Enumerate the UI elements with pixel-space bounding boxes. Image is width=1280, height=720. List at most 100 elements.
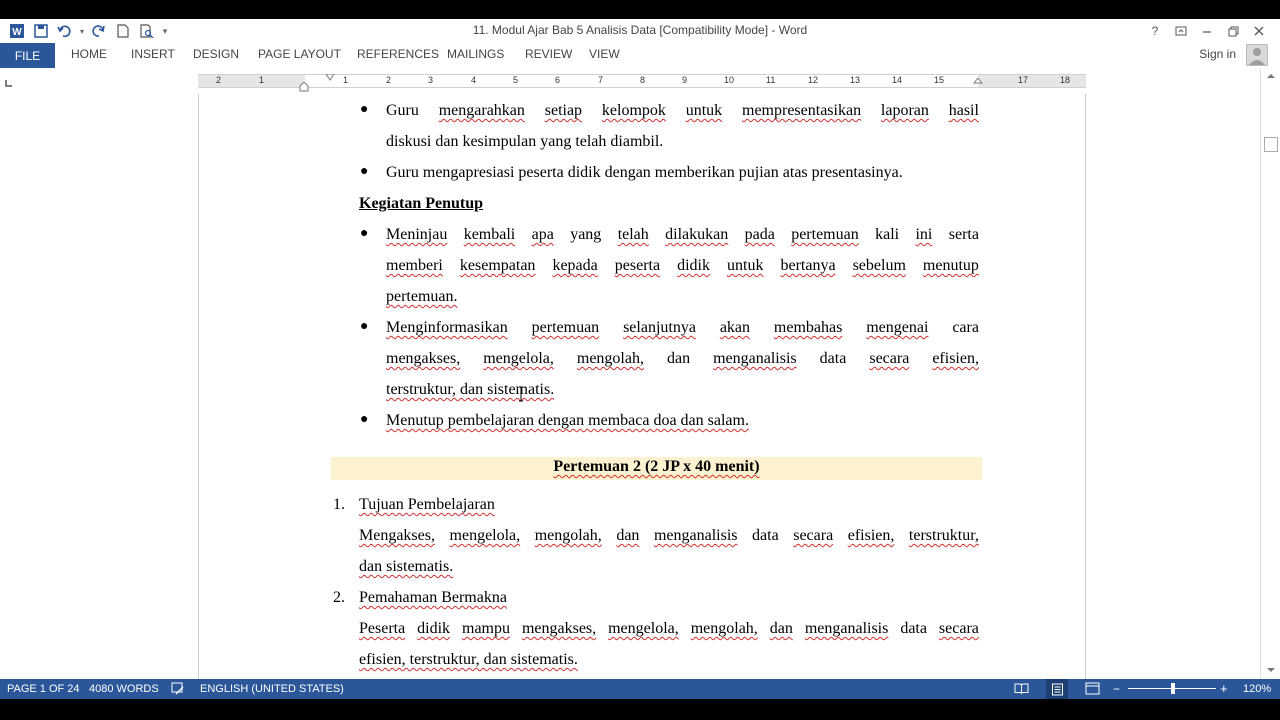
word: Meninjau	[386, 226, 448, 243]
scroll-down-icon[interactable]	[1266, 667, 1276, 673]
list-item-title: Tujuan Pembelajaran	[359, 496, 495, 513]
word: mengelola,	[483, 350, 554, 367]
word: mengelola,	[449, 527, 521, 544]
zoom-slider-thumb[interactable]	[1171, 683, 1175, 694]
left-indent-marker-icon[interactable]	[299, 82, 309, 92]
tab-review[interactable]: REVIEW	[525, 47, 572, 61]
ruler-number: 4	[471, 75, 477, 85]
tab-file[interactable]: FILE	[0, 43, 55, 68]
word: yang	[570, 226, 602, 243]
vertical-scrollbar[interactable]	[1260, 68, 1280, 679]
minimize-icon[interactable]	[1194, 20, 1220, 42]
word: menganalisis	[713, 350, 797, 367]
word: hasil	[948, 102, 979, 119]
word: mengakses,	[521, 620, 597, 637]
word: dan	[666, 350, 691, 367]
ruler-number: 3	[428, 75, 434, 85]
tab-mailings[interactable]: MAILINGS	[447, 47, 504, 61]
word: kelompok	[601, 102, 666, 119]
word: didik	[417, 620, 451, 637]
ruler-number: 8	[640, 75, 646, 85]
tab-design[interactable]: DESIGN	[193, 47, 239, 61]
help-button[interactable]: ?	[1142, 20, 1168, 42]
word: mengarahkan	[438, 102, 525, 119]
paragraph-line: Menginformasikan pertemuan selanjutnya a…	[386, 319, 979, 337]
word: peserta	[614, 257, 661, 274]
title-bar: W ▾ ▾ 11. Modul Ajar Bab 5 Analisis Data…	[0, 19, 1280, 43]
word: dan	[616, 527, 640, 544]
tab-home[interactable]: HOME	[71, 47, 107, 61]
tab-references[interactable]: REFERENCES	[357, 47, 439, 61]
word: efisien,	[932, 350, 979, 367]
restore-icon[interactable]	[1220, 20, 1246, 42]
word: setiap	[544, 102, 583, 119]
word: selanjutnya	[623, 319, 696, 336]
ruler-number: 7	[598, 75, 604, 85]
meeting-title: Pertemuan 2 (2 JP x 40 menit)	[331, 458, 982, 476]
word: data	[819, 350, 847, 367]
page-count-status[interactable]: PAGE 1 OF 24	[7, 683, 80, 695]
ruler-number: 15	[934, 75, 945, 85]
tab-page-layout[interactable]: PAGE LAYOUT	[258, 47, 341, 61]
scroll-up-icon[interactable]	[1266, 73, 1276, 79]
paragraph-line: efisien, terstruktur, dan sistematis.	[359, 651, 578, 668]
word: kali	[875, 226, 900, 243]
print-layout-icon[interactable]	[1046, 679, 1068, 699]
zoom-out-icon[interactable]: −	[1113, 682, 1120, 696]
close-icon[interactable]	[1246, 20, 1272, 42]
text-cursor-icon	[519, 386, 523, 402]
sign-in-link[interactable]: Sign in	[1199, 47, 1236, 61]
horizontal-ruler[interactable]: 2 1 1 2 3 4 5 6 7 8 9 10 11 12 13 14 15 …	[198, 74, 1086, 92]
word: pertemuan	[791, 226, 859, 243]
right-indent-marker-icon[interactable]	[973, 78, 983, 88]
paragraph-line: Mengakses, mengelola, mengolah, dan meng…	[359, 527, 979, 545]
paragraph-line: terstruktur, dan sistematis.	[386, 381, 555, 398]
read-mode-icon[interactable]	[1014, 682, 1029, 698]
word: kembali	[463, 226, 516, 243]
word: bertanya	[780, 257, 836, 274]
bullet-icon: ●	[360, 319, 369, 334]
section-heading: Kegiatan Penutup	[359, 195, 484, 212]
ruler-number: 5	[513, 75, 519, 85]
ruler-number: 12	[808, 75, 819, 85]
word: Menginformasikan	[386, 319, 508, 336]
paragraph-line: mengakses, mengelola, mengolah, dan meng…	[386, 350, 979, 368]
user-avatar-icon[interactable]	[1246, 44, 1268, 66]
window-title: 11. Modul Ajar Bab 5 Analisis Data [Comp…	[472, 23, 808, 37]
word: mengenai	[866, 319, 929, 336]
word: secara	[869, 350, 910, 367]
language-status[interactable]: ENGLISH (UNITED STATES)	[200, 683, 344, 695]
proofing-icon[interactable]	[171, 682, 185, 698]
word-count-status[interactable]: 4080 WORDS	[89, 683, 159, 695]
tab-view[interactable]: VIEW	[589, 47, 620, 61]
ruler-number: 18	[1060, 75, 1071, 85]
word: dilakukan	[665, 226, 729, 243]
paragraph-line: Peserta didik mampu mengakses, mengelola…	[359, 620, 979, 638]
word: data	[900, 620, 927, 637]
word: mengelola,	[608, 620, 679, 637]
word: didik	[677, 257, 710, 274]
word: Mengakses,	[359, 527, 435, 544]
zoom-in-icon[interactable]: +	[1220, 681, 1228, 696]
document-page[interactable]: ● Guru mengarahkan setiap kelompok untuk…	[198, 94, 1086, 679]
first-line-indent-marker-icon[interactable]	[325, 74, 335, 81]
word: efisien,	[847, 527, 895, 544]
zoom-level[interactable]: 120%	[1243, 683, 1271, 695]
paragraph-line: pertemuan.	[386, 288, 458, 305]
word: apa	[531, 226, 554, 243]
bullet-icon: ●	[360, 102, 369, 117]
ruler-number: 2	[216, 75, 222, 85]
word: menganalisis	[804, 620, 889, 637]
word: pada	[744, 226, 775, 243]
paragraph-line: memberi kesempatan kepada peserta didik …	[386, 257, 979, 275]
status-bar: PAGE 1 OF 24 4080 WORDS ENGLISH (UNITED …	[0, 679, 1280, 699]
web-layout-icon[interactable]	[1085, 682, 1100, 698]
scrollbar-thumb[interactable]	[1264, 137, 1278, 152]
word: untuk	[727, 257, 764, 274]
ribbon-tabs: FILE HOME INSERT DESIGN PAGE LAYOUT REFE…	[0, 43, 1280, 68]
bullet-icon: ●	[360, 412, 369, 427]
tab-insert[interactable]: INSERT	[131, 47, 175, 61]
ribbon-display-options-icon[interactable]	[1168, 20, 1194, 42]
tab-selector-icon[interactable]	[4, 78, 16, 90]
paragraph-line: Guru mengarahkan setiap kelompok untuk m…	[386, 102, 979, 120]
